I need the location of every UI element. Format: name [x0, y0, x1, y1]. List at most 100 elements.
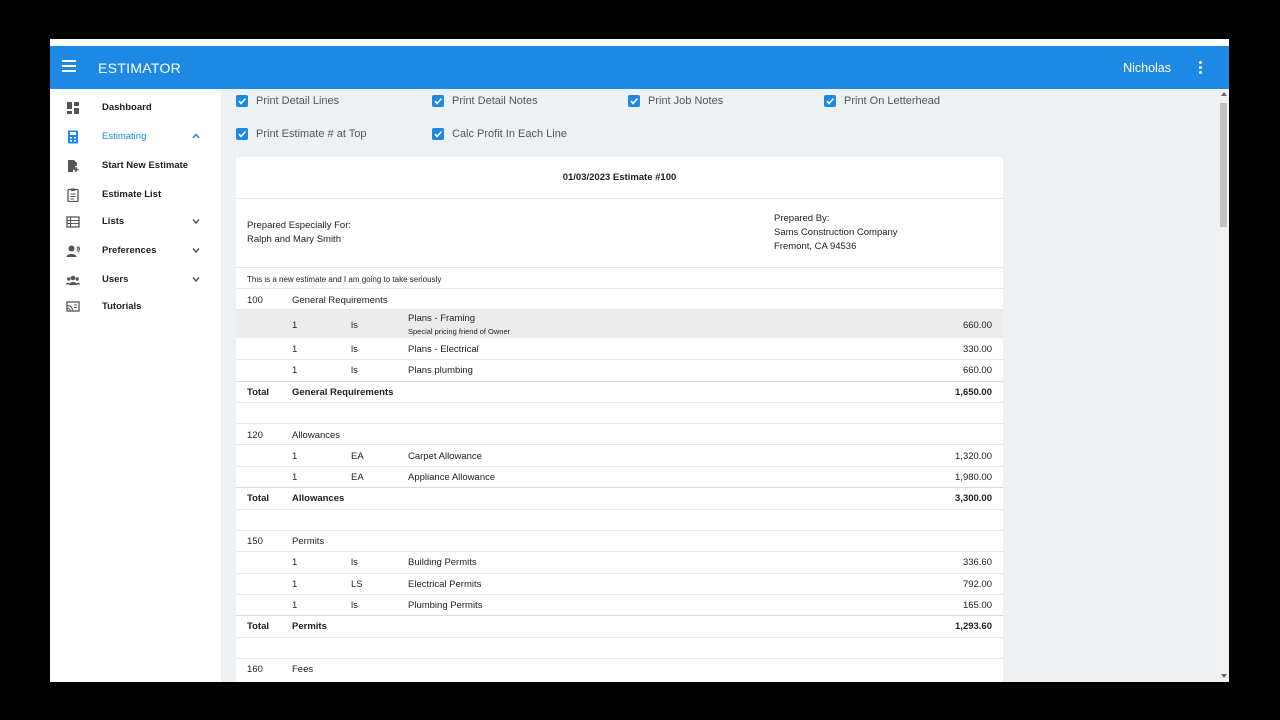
section-total-name: Allowances: [292, 493, 345, 504]
scroll-thumb[interactable]: [1220, 103, 1227, 227]
section-total-amount: 1,293.60: [955, 621, 992, 632]
line-amount: 336.60: [962, 557, 992, 568]
sidebar-item-dashboard[interactable]: Dashboard: [50, 97, 221, 119]
prepared-by-label: Prepared By:: [774, 213, 830, 224]
table-row[interactable]: 1 ls Plumbing Permits 165.00: [236, 595, 1003, 616]
sidebar-item-start-new-estimate[interactable]: Start New Estimate: [50, 155, 221, 177]
line-unit: LS: [351, 579, 363, 590]
option-label: Print Estimate # at Top: [256, 128, 367, 140]
total-label: Total: [247, 493, 269, 504]
sidebar: Dashboard Estimating Start New Estimate …: [50, 89, 221, 682]
sidebar-item-tutorials[interactable]: Tutorials: [50, 296, 221, 318]
users-icon: [66, 275, 80, 285]
prepared-for-label: Prepared Especially For:: [247, 220, 352, 231]
app-bar: ESTIMATOR Nicholas: [50, 46, 1229, 89]
divider: [236, 487, 1003, 488]
divider: [236, 198, 1003, 199]
line-description: Carpet Allowance: [408, 451, 482, 462]
section-name: General Requirements: [292, 295, 388, 306]
sidebar-item-label: Tutorials: [102, 301, 142, 312]
sidebar-item-label: Users: [102, 274, 129, 285]
divider: [236, 615, 1003, 616]
line-description: Plumbing Permits: [408, 600, 483, 611]
calculator-icon: [68, 130, 78, 144]
line-amount: 660.00: [962, 320, 992, 331]
user-name[interactable]: Nicholas: [1123, 61, 1171, 75]
divider: [236, 637, 1003, 638]
line-amount: 660.00: [962, 365, 992, 376]
sidebar-item-label: Estimate List: [102, 189, 162, 200]
table-row[interactable]: 1 LS Electrical Permits 792.00: [236, 574, 1003, 595]
line-unit: ls: [351, 344, 358, 355]
line-amount: 165.00: [962, 600, 992, 611]
table-row[interactable]: 1 ls Plans - Framing Special pricing fri…: [236, 310, 1003, 337]
table-row[interactable]: 1 ls Building Permits 336.60: [236, 552, 1003, 573]
chevron-down-icon[interactable]: [192, 217, 200, 225]
sidebar-item-users[interactable]: Users: [50, 269, 221, 291]
job-note: This is a new estimate and I am going to…: [247, 275, 442, 284]
checkbox-checked-icon: [432, 128, 444, 140]
prepared-by-city: Fremont, CA 94536: [774, 241, 857, 252]
cast-icon: [66, 301, 80, 312]
line-unit: EA: [351, 451, 364, 462]
sidebar-item-estimate-list[interactable]: Estimate List: [50, 184, 221, 206]
prepared-by-company: Sams Construction Company: [774, 227, 898, 238]
sidebar-item-preferences[interactable]: Preferences: [50, 240, 221, 262]
chevron-up-icon[interactable]: [192, 132, 200, 140]
option-label: Print Detail Notes: [452, 95, 538, 107]
sidebar-item-label: Estimating: [102, 131, 147, 142]
line-qty: 1: [292, 472, 298, 483]
hamburger-menu-icon[interactable]: [62, 60, 76, 74]
line-qty: 1: [292, 320, 298, 331]
estimate-document: 01/03/2023 Estimate #100 Prepared Especi…: [236, 157, 1003, 682]
checkbox-checked-icon: [824, 95, 836, 107]
scroll-down-arrow-icon[interactable]: [1221, 674, 1227, 678]
more-vert-icon[interactable]: [1197, 61, 1203, 75]
table-row[interactable]: 1 EA Appliance Allowance 1,980.00: [236, 467, 1003, 488]
checkbox-checked-icon: [628, 95, 640, 107]
line-qty: 1: [292, 579, 298, 590]
line-amount: 330.00: [962, 344, 992, 355]
app-title: ESTIMATOR: [98, 60, 182, 76]
section-code: 160: [247, 664, 263, 675]
line-unit: ls: [351, 365, 358, 376]
line-note: Special pricing friend of Owner: [408, 327, 511, 336]
line-qty: 1: [292, 451, 298, 462]
section-name: Permits: [292, 536, 325, 547]
estimate-heading: 01/03/2023 Estimate #100: [562, 172, 677, 183]
divider: [236, 658, 1003, 659]
line-unit: ls: [351, 557, 358, 568]
line-description: Plans plumbing: [408, 365, 473, 376]
line-description: Building Permits: [408, 557, 477, 568]
checkbox-checked-icon: [236, 95, 248, 107]
sidebar-item-lists[interactable]: Lists: [50, 211, 221, 233]
section-total-amount: 3,300.00: [955, 493, 992, 504]
line-qty: 1: [292, 557, 298, 568]
list-icon: [66, 216, 80, 228]
line-amount: 792.00: [962, 579, 992, 590]
option-label: Print Job Notes: [648, 95, 724, 107]
main-content: Print Detail Lines Print Detail Notes Pr…: [221, 89, 1218, 682]
table-row[interactable]: 1 EA Carpet Allowance 1,320.00: [236, 445, 1003, 466]
divider: [236, 381, 1003, 382]
sidebar-item-estimating[interactable]: Estimating: [50, 126, 221, 148]
divider: [236, 267, 1003, 268]
section-code: 120: [247, 430, 263, 441]
section-code: 150: [247, 536, 263, 547]
chevron-down-icon[interactable]: [192, 275, 200, 283]
scrollbar[interactable]: [1218, 89, 1229, 682]
dashboard-icon: [67, 102, 79, 114]
user-settings-icon: [66, 245, 80, 257]
table-row[interactable]: 1 ls Plans plumbing 660.00: [236, 360, 1003, 381]
line-description: Appliance Allowance: [408, 472, 496, 483]
chevron-down-icon[interactable]: [192, 246, 200, 254]
table-row[interactable]: 1 ls Plans - Electrical 330.00: [236, 338, 1003, 359]
section-total-amount: 1,650.00: [955, 387, 992, 398]
section-name: Fees: [292, 664, 314, 675]
section-code: 100: [247, 295, 263, 306]
option-label: Calc Profit In Each Line: [452, 128, 567, 140]
line-unit: ls: [351, 600, 358, 611]
line-qty: 1: [292, 600, 298, 611]
checkbox-checked-icon: [432, 95, 444, 107]
scroll-up-arrow-icon[interactable]: [1221, 92, 1227, 96]
